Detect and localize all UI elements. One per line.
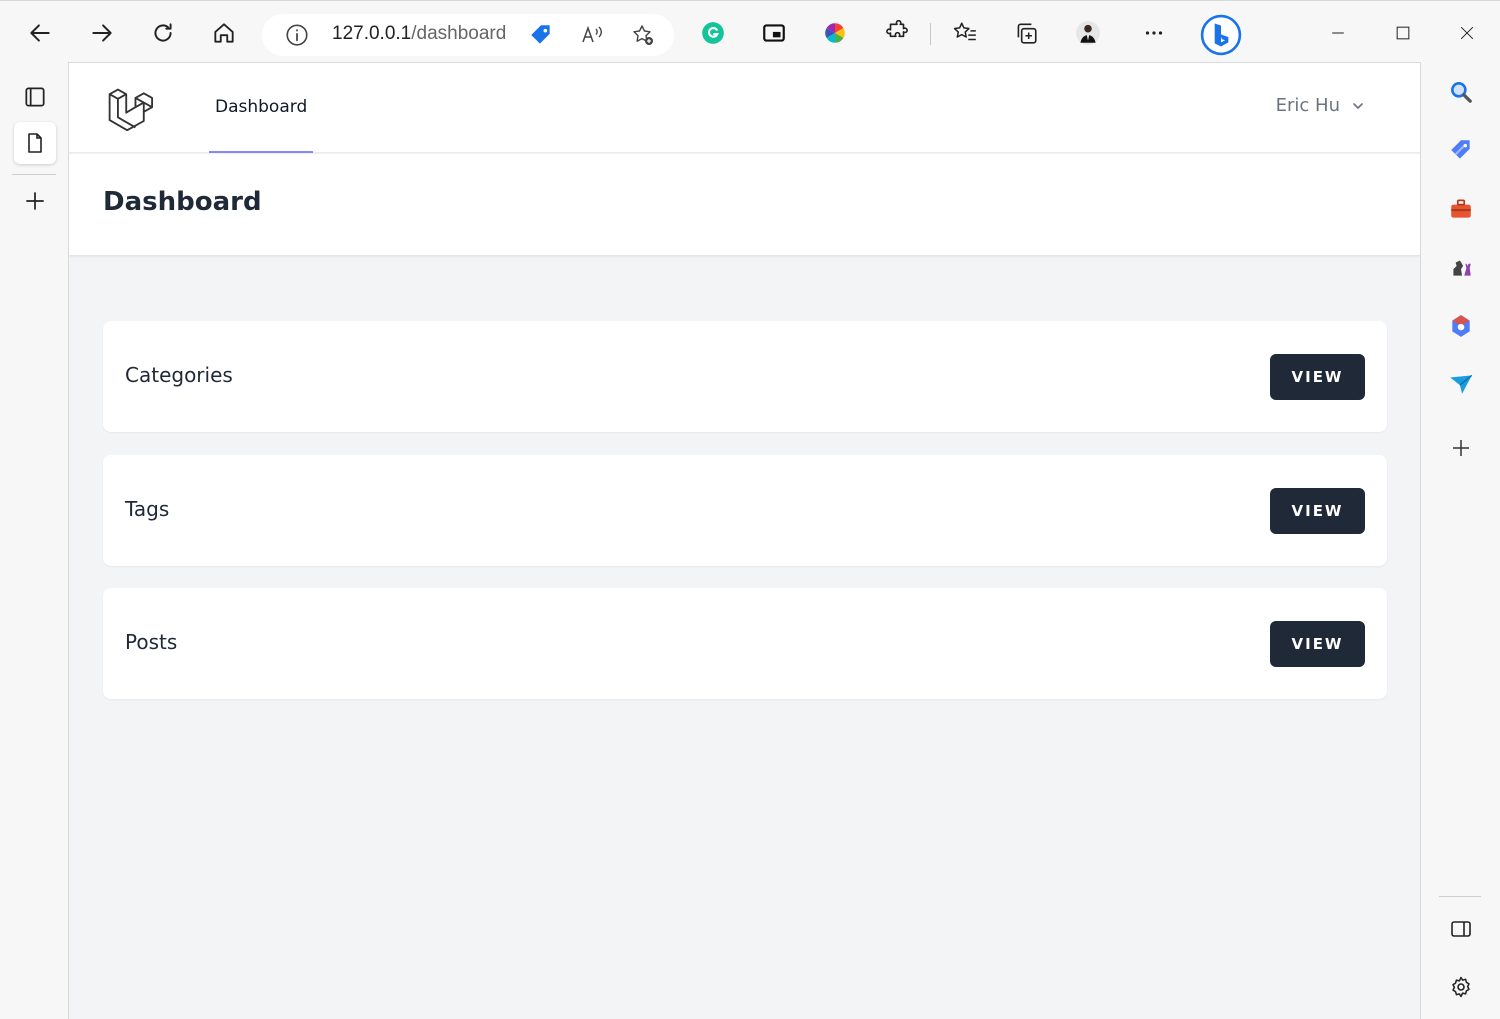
search-icon bbox=[1451, 82, 1472, 103]
refresh-icon bbox=[154, 23, 172, 42]
sidebar-divider bbox=[1439, 896, 1481, 897]
sidebar-panel-icon bbox=[1451, 921, 1471, 937]
browser-toolbar: 127.0.0.1/dashboard bbox=[0, 0, 1500, 64]
sidebar-add-button[interactable] bbox=[1443, 430, 1479, 466]
office-icon bbox=[1452, 315, 1470, 337]
profile-avatar-icon bbox=[1076, 21, 1100, 45]
sidebar-shopping-button[interactable] bbox=[1443, 132, 1479, 168]
arrow-right-icon bbox=[92, 24, 112, 42]
read-aloud-button[interactable] bbox=[577, 20, 607, 50]
collections-icon bbox=[1017, 23, 1037, 44]
page-title: Dashboard bbox=[103, 187, 262, 217]
view-tags-button[interactable]: VIEW bbox=[1270, 488, 1365, 534]
tab-strip-divider bbox=[12, 174, 56, 175]
shopping-tag-icon bbox=[1451, 140, 1470, 159]
favorites-star-list-icon bbox=[953, 22, 976, 41]
sidebar-tools-button[interactable] bbox=[1443, 191, 1479, 227]
card-categories: Categories VIEW bbox=[103, 321, 1387, 432]
home-button[interactable] bbox=[206, 15, 242, 51]
page-viewport: Dashboard Eric Hu Dashboard Categories V… bbox=[68, 62, 1421, 1019]
star-add-icon bbox=[633, 25, 653, 45]
sidebar-search-button[interactable] bbox=[1443, 74, 1479, 110]
plus-icon bbox=[26, 192, 44, 210]
close-icon bbox=[1460, 26, 1474, 40]
back-button[interactable] bbox=[22, 15, 58, 51]
address-bar[interactable]: 127.0.0.1/dashboard bbox=[262, 14, 674, 56]
color-wheel-icon bbox=[825, 23, 845, 43]
sidebar-games-button[interactable] bbox=[1443, 249, 1479, 285]
hide-sidebar-button[interactable] bbox=[1443, 911, 1479, 947]
picture-in-picture-button[interactable] bbox=[756, 15, 792, 51]
forward-button[interactable] bbox=[84, 15, 120, 51]
tab-dashboard[interactable] bbox=[14, 122, 56, 164]
coupon-button[interactable] bbox=[526, 20, 556, 50]
chevron-down-icon bbox=[1353, 102, 1363, 109]
refresh-button[interactable] bbox=[145, 15, 181, 51]
favorites-button[interactable] bbox=[947, 15, 983, 51]
profile-button[interactable] bbox=[1070, 15, 1106, 51]
page-header: Dashboard bbox=[69, 154, 1420, 255]
sidebar-settings-button[interactable] bbox=[1443, 969, 1479, 1005]
extensions-button[interactable] bbox=[879, 15, 915, 51]
add-favorite-button[interactable] bbox=[628, 20, 658, 50]
card-posts: Posts VIEW bbox=[103, 588, 1387, 699]
nav-link-dashboard[interactable]: Dashboard bbox=[209, 63, 314, 153]
send-paper-plane-icon bbox=[1450, 374, 1473, 394]
browser-sidebar bbox=[1421, 64, 1500, 1019]
bing-chat-button[interactable] bbox=[1199, 13, 1243, 57]
puzzle-icon bbox=[886, 20, 908, 38]
color-picker-extension-button[interactable] bbox=[817, 15, 853, 51]
ellipsis-icon bbox=[1145, 31, 1163, 35]
info-icon[interactable] bbox=[284, 22, 310, 48]
close-window-button[interactable] bbox=[1447, 17, 1487, 49]
card-label: Categories bbox=[125, 363, 233, 387]
tab-actions-button[interactable] bbox=[14, 76, 56, 118]
price-tag-icon bbox=[531, 25, 550, 44]
top-navigation: Dashboard Eric Hu bbox=[69, 63, 1420, 153]
toolbar-separator bbox=[930, 23, 931, 45]
minimize-button[interactable] bbox=[1318, 17, 1358, 49]
card-label: Posts bbox=[125, 630, 178, 654]
grammarly-extension-button[interactable] bbox=[695, 15, 731, 51]
user-name: Eric Hu bbox=[1275, 95, 1340, 116]
picture-in-picture-icon bbox=[763, 24, 785, 42]
vertical-tabs-strip bbox=[0, 64, 68, 1019]
tab-actions-icon bbox=[25, 87, 45, 107]
more-options-button[interactable] bbox=[1136, 15, 1172, 51]
user-menu-dropdown[interactable]: Eric Hu bbox=[1276, 95, 1366, 116]
new-tab-button[interactable] bbox=[14, 180, 56, 222]
bing-icon bbox=[1200, 14, 1242, 56]
plus-icon bbox=[1453, 440, 1469, 456]
read-aloud-icon bbox=[582, 25, 602, 43]
home-icon bbox=[214, 23, 234, 43]
laravel-logo-icon[interactable] bbox=[105, 85, 153, 133]
url-text: 127.0.0.1/dashboard bbox=[332, 23, 507, 44]
maximize-icon bbox=[1396, 26, 1410, 40]
sidebar-outlook-button[interactable] bbox=[1443, 366, 1479, 402]
card-tags: Tags VIEW bbox=[103, 455, 1387, 566]
arrow-left-icon bbox=[30, 24, 50, 42]
gear-icon bbox=[1452, 976, 1470, 998]
collections-button[interactable] bbox=[1008, 15, 1044, 51]
toolbox-icon bbox=[1451, 199, 1471, 218]
page-icon bbox=[28, 133, 42, 153]
chess-icon bbox=[1453, 260, 1471, 276]
minimize-icon bbox=[1332, 32, 1344, 34]
card-label: Tags bbox=[125, 497, 170, 521]
maximize-button[interactable] bbox=[1383, 17, 1423, 49]
grammarly-icon bbox=[702, 22, 724, 44]
view-posts-button[interactable]: VIEW bbox=[1270, 621, 1365, 667]
sidebar-office-button[interactable] bbox=[1443, 308, 1479, 344]
view-categories-button[interactable]: VIEW bbox=[1270, 354, 1365, 400]
